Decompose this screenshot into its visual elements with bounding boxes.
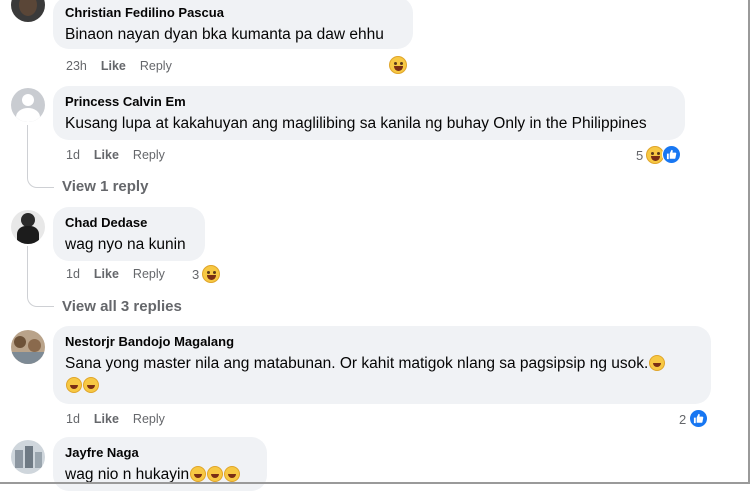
comment-actions: 1d Like Reply [66, 267, 179, 281]
comment-bubble: Princess Calvin Em Kusang lupa at kakahu… [53, 86, 685, 140]
comment-text: Kusang lupa at kakahuyan ang maglilibing… [65, 115, 647, 132]
avatar[interactable] [11, 210, 45, 244]
comment-author[interactable]: Christian Fedilino Pascua [65, 4, 401, 21]
comment-time[interactable]: 23h [66, 59, 87, 73]
comment-actions: 23h Like Reply [66, 59, 186, 73]
comment-bubble: Chad Dedase wag nyo na kunin [53, 207, 205, 261]
comment-actions: 1d Like Reply [66, 412, 179, 426]
like-button[interactable]: Like [94, 148, 119, 162]
thread-connector [27, 246, 54, 307]
reaction-count[interactable]: 5 [636, 148, 643, 163]
comment-text-body: Sana yong master nila ang matabunan. Or … [65, 355, 649, 372]
rofl-icon [83, 377, 99, 393]
reply-button[interactable]: Reply [133, 412, 165, 426]
haha-icon[interactable] [389, 56, 407, 74]
view-replies-link[interactable]: View 1 reply [62, 178, 148, 195]
rofl-icon [190, 466, 207, 482]
comment-author[interactable]: Princess Calvin Em [65, 93, 673, 110]
like-button[interactable]: Like [101, 59, 126, 73]
reply-button[interactable]: Reply [133, 267, 165, 281]
like-button[interactable]: Like [94, 412, 119, 426]
comment-bubble: Nestorjr Bandojo Magalang Sana yong mast… [53, 326, 711, 404]
comment-time[interactable]: 1d [66, 148, 80, 162]
like-button[interactable]: Like [94, 267, 119, 281]
comment-author[interactable]: Jayfre Naga [65, 444, 255, 461]
comment-author[interactable]: Nestorjr Bandojo Magalang [65, 333, 699, 350]
avatar[interactable] [11, 330, 45, 364]
comment-author[interactable]: Chad Dedase [65, 214, 193, 231]
like-icon[interactable] [662, 145, 681, 164]
rofl-icon [207, 466, 224, 482]
avatar[interactable] [11, 440, 45, 474]
comment-time[interactable]: 1d [66, 267, 80, 281]
comment-text: Sana yong master nila ang matabunan. Or … [65, 353, 699, 397]
rofl-icon [66, 377, 82, 393]
comment-text-body: wag nio n hukayin [65, 466, 190, 483]
avatar[interactable] [11, 88, 45, 122]
rofl-icon [649, 355, 666, 371]
view-replies-link[interactable]: View all 3 replies [62, 298, 182, 315]
rofl-icon [224, 466, 241, 482]
comment-text: Binaon nayan dyan bka kumanta pa daw ehh… [65, 26, 384, 43]
like-icon[interactable] [689, 409, 708, 428]
comment-text: wag nyo na kunin [65, 236, 186, 253]
thread-connector [27, 125, 54, 188]
comment-time[interactable]: 1d [66, 412, 80, 426]
reply-button[interactable]: Reply [140, 59, 172, 73]
haha-icon[interactable] [202, 265, 220, 283]
avatar[interactable] [11, 0, 45, 22]
comment-bubble: Christian Fedilino Pascua Binaon nayan d… [53, 0, 413, 49]
reaction-count[interactable]: 2 [679, 412, 686, 427]
comment-actions: 1d Like Reply [66, 148, 179, 162]
reply-button[interactable]: Reply [133, 148, 165, 162]
reaction-count[interactable]: 3 [192, 267, 199, 282]
